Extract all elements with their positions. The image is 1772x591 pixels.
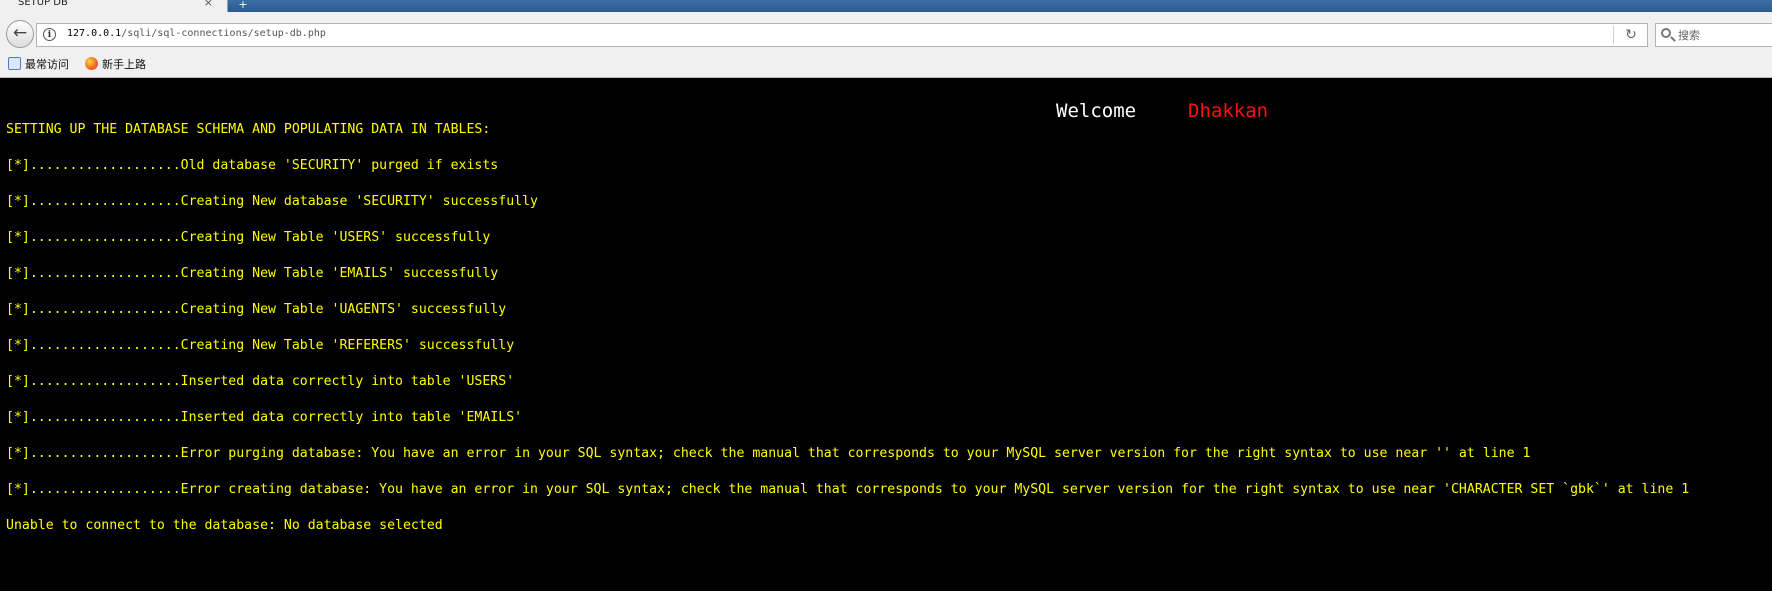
site-info-icon[interactable]: i (43, 28, 56, 41)
log-line-error: [*]...................Error creating dat… (6, 482, 1690, 497)
url-divider (1613, 26, 1614, 44)
welcome-username: Dhakkan (1188, 100, 1269, 122)
bookmark-label: 新手上路 (102, 58, 146, 71)
search-bar[interactable]: 搜索 (1655, 23, 1772, 47)
new-tab-button[interactable]: + (232, 0, 254, 12)
address-bar[interactable]: i 127.0.0.1/sqli/sql-connections/setup-d… (36, 23, 1648, 47)
bookmark-most-visited[interactable]: 最常访问 (8, 56, 69, 74)
page-content: Welcome Dhakkan SETTING UP THE DATABASE … (0, 78, 1772, 591)
navigation-toolbar: ← i 127.0.0.1/sqli/sql-connections/setup… (0, 14, 1772, 54)
bookmark-getting-started[interactable]: 新手上路 (85, 56, 146, 74)
log-line: [*]...................Old database 'SECU… (6, 158, 499, 173)
back-arrow-icon: ← (12, 23, 28, 43)
search-icon (1661, 28, 1671, 38)
url-path: /sqli/sql-connections/setup-db.php (121, 28, 326, 39)
log-line: [*]...................Inserted data corr… (6, 374, 515, 389)
bookmark-label: 最常访问 (25, 58, 69, 71)
log-line: [*]...................Creating New datab… (6, 194, 538, 209)
search-input[interactable]: 搜索 (1678, 27, 1700, 43)
url-text[interactable]: 127.0.0.1/sqli/sql-connections/setup-db.… (67, 28, 326, 39)
connection-status: Unable to connect to the database: No da… (6, 518, 443, 533)
close-tab-icon[interactable]: × (204, 0, 213, 12)
back-button[interactable]: ← (6, 20, 34, 48)
log-line: [*]...................Creating New Table… (6, 302, 507, 317)
log-line-error: [*]...................Error purging data… (6, 446, 1531, 461)
setup-heading: SETTING UP THE DATABASE SCHEMA AND POPUL… (6, 122, 491, 137)
frequent-icon (8, 57, 21, 70)
log-line: [*]...................Creating New Table… (6, 230, 491, 245)
log-line: [*]...................Creating New Table… (6, 266, 499, 281)
welcome-text: Welcome (1056, 100, 1137, 122)
browser-chrome: SETUP DB × + ← i 127.0.0.1/sqli/sql-conn… (0, 0, 1772, 78)
url-host: 127.0.0.1 (67, 28, 122, 39)
tab-strip: SETUP DB × + (0, 0, 1772, 12)
bookmarks-toolbar: 最常访问 新手上路 (0, 54, 1772, 76)
log-line: [*]...................Creating New Table… (6, 338, 515, 353)
tab-title: SETUP DB (18, 0, 68, 8)
tab-setup-db[interactable]: SETUP DB × (0, 0, 228, 12)
firefox-icon (85, 57, 98, 70)
log-line: [*]...................Inserted data corr… (6, 410, 523, 425)
reload-icon[interactable]: ↻ (1621, 26, 1641, 44)
